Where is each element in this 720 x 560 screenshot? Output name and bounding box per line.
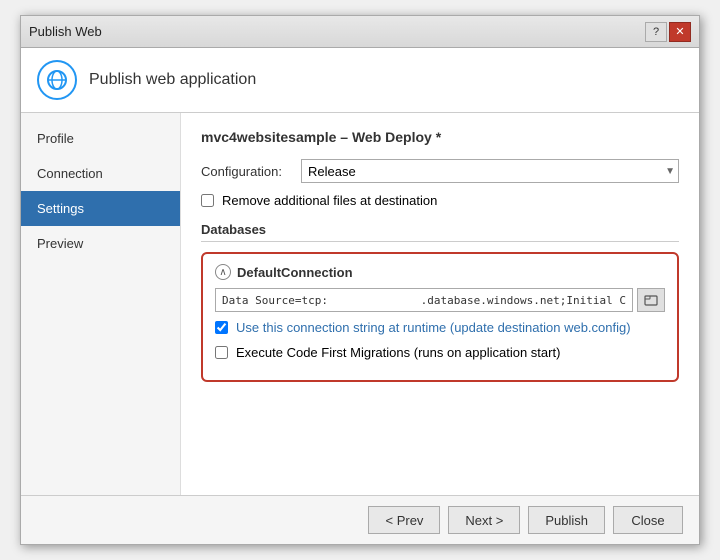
db-header: ∧ DefaultConnection [215, 264, 665, 280]
databases-section-title: Databases [201, 222, 679, 242]
use-connection-string-row: Use this connection string at runtime (u… [215, 320, 665, 335]
publish-icon [37, 60, 77, 100]
use-connection-string-label[interactable]: Use this connection string at runtime (u… [236, 320, 631, 335]
next-button[interactable]: Next > [448, 506, 520, 534]
db-connection-input[interactable] [215, 288, 633, 312]
collapse-icon[interactable]: ∧ [215, 264, 231, 280]
use-connection-string-checkbox[interactable] [215, 321, 228, 334]
title-bar-buttons: ? ✕ [645, 22, 691, 42]
sidebar: Profile Connection Settings Preview [21, 113, 181, 495]
configuration-select[interactable]: Release [301, 159, 679, 183]
db-connection-box: ∧ DefaultConnection Us [201, 252, 679, 382]
remove-files-label[interactable]: Remove additional files at destination [222, 193, 437, 208]
use-connection-string-link[interactable]: Use this connection string at runtime (u… [236, 320, 631, 335]
remove-files-checkbox[interactable] [201, 194, 214, 207]
dialog-footer: < Prev Next > Publish Close [21, 495, 699, 544]
close-button[interactable]: Close [613, 506, 683, 534]
help-button[interactable]: ? [645, 22, 667, 42]
sidebar-item-preview[interactable]: Preview [21, 226, 180, 261]
db-browse-button[interactable] [637, 288, 665, 312]
configuration-label: Configuration: [201, 164, 291, 179]
db-connection-name: DefaultConnection [237, 265, 353, 280]
page-title: mvc4websitesample – Web Deploy * [201, 129, 679, 145]
dialog-title: Publish Web [29, 24, 102, 39]
close-title-button[interactable]: ✕ [669, 22, 691, 42]
configuration-select-wrapper: Release ▼ [301, 159, 679, 183]
execute-migrations-row: Execute Code First Migrations (runs on a… [215, 345, 665, 360]
publish-web-dialog: Publish Web ? ✕ Publish web application … [20, 15, 700, 545]
db-connection-input-row [215, 288, 665, 312]
dialog-body: Profile Connection Settings Preview mvc4… [21, 113, 699, 495]
execute-migrations-checkbox[interactable] [215, 346, 228, 359]
execute-migrations-label[interactable]: Execute Code First Migrations (runs on a… [236, 345, 560, 360]
sidebar-item-profile[interactable]: Profile [21, 121, 180, 156]
configuration-row: Configuration: Release ▼ [201, 159, 679, 183]
browse-icon [644, 293, 658, 307]
remove-files-row: Remove additional files at destination [201, 193, 679, 208]
sidebar-item-settings[interactable]: Settings [21, 191, 180, 226]
sidebar-item-connection[interactable]: Connection [21, 156, 180, 191]
title-bar: Publish Web ? ✕ [21, 16, 699, 48]
prev-button[interactable]: < Prev [368, 506, 440, 534]
dialog-header: Publish web application [21, 48, 699, 113]
publish-button[interactable]: Publish [528, 506, 605, 534]
dialog-header-text: Publish web application [89, 71, 256, 89]
main-content: mvc4websitesample – Web Deploy * Configu… [181, 113, 699, 495]
